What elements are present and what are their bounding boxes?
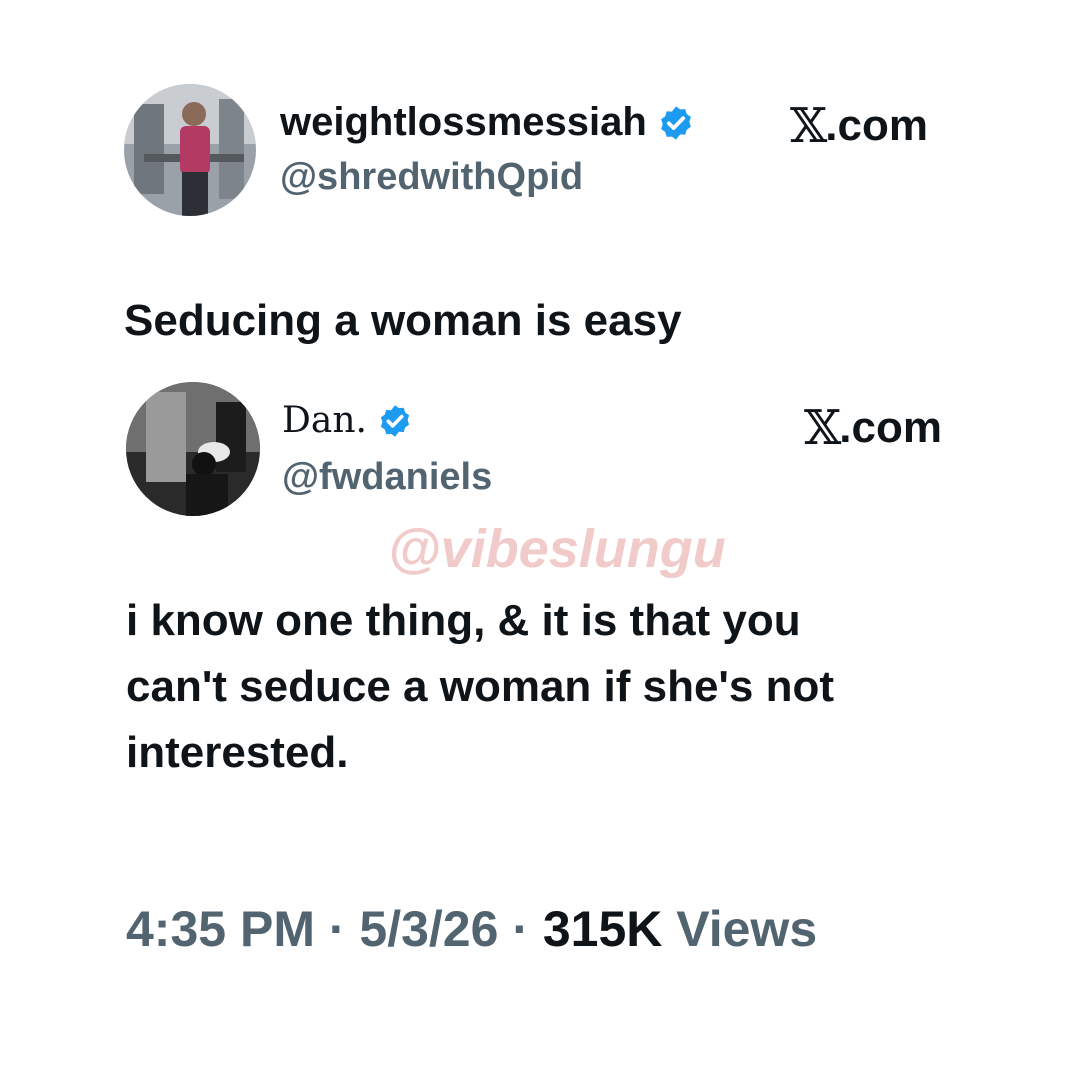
tweet-date[interactable]: 5/3/26 [359,901,498,957]
meta-separator: · [498,901,543,957]
avatar-photo-mono [126,382,260,516]
tweet-meta: 4:35 PM · 5/3/26 · 315K Views [126,900,817,958]
verified-badge-icon [377,403,413,439]
tweet-2-line: can't seduce a woman if she's not [126,662,834,711]
site-text: .com [839,403,942,452]
site-link-2[interactable]: 𝕏 .com [804,400,942,456]
avatar-weightlossmessiah[interactable] [124,84,256,216]
display-name-1[interactable]: weightlossmessiah [280,100,695,145]
avatar-photo-gym [124,84,256,216]
meta-separator: · [314,901,360,957]
watermark: @vibeslungu [388,519,726,579]
display-name-2[interactable]: Dan. [282,400,413,441]
verified-badge-icon [657,104,695,142]
handle-2[interactable]: @fwdaniels [282,456,492,499]
views-count[interactable]: 315K [543,901,663,957]
site-link-1[interactable]: 𝕏 .com [790,98,928,154]
display-name-2-text: Dan. [282,400,367,441]
tweet-time[interactable]: 4:35 PM [126,901,315,957]
views-label: Views [662,901,818,957]
x-logo-icon: 𝕏 [790,98,827,154]
x-logo-icon: 𝕏 [804,400,841,456]
tweet-1-text: Seducing a woman is easy [124,296,682,345]
handle-1[interactable]: @shredwithQpid [280,156,583,199]
tweet-2-text: i know one thing, & it is that you can't… [126,588,834,786]
avatar-dan[interactable] [126,382,260,516]
site-text: .com [825,101,928,150]
tweet-2-line: i know one thing, & it is that you [126,596,801,645]
display-name-1-text: weightlossmessiah [280,100,647,144]
tweet-2-line: interested. [126,728,349,777]
